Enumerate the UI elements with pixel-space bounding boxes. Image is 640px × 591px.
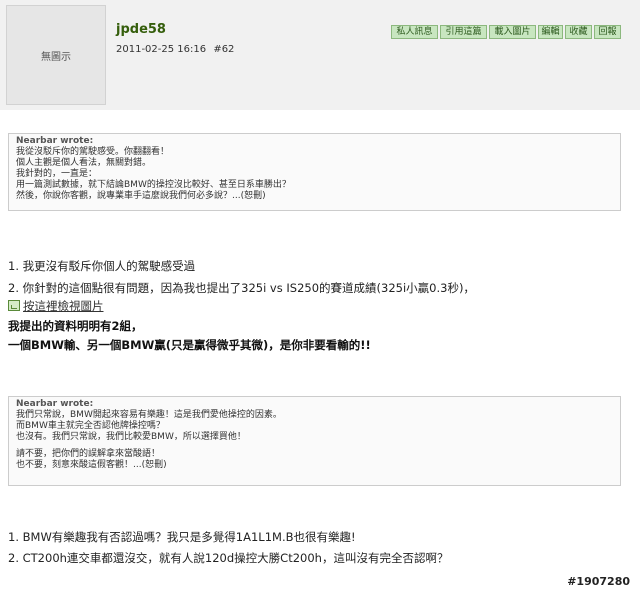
quote-line: 而BMW車主就完全否認他牌操控嗎？ xyxy=(16,421,165,431)
avatar[interactable]: 無圖示 xyxy=(6,5,106,105)
report-button[interactable]: 回報 xyxy=(594,25,621,39)
load-images-button[interactable]: 載入圖片 xyxy=(489,25,536,39)
quote-post-button[interactable]: 引用這篇 xyxy=(440,25,487,39)
username-link[interactable]: jpde58 xyxy=(116,22,166,37)
quote-line: 我從沒駁斥你的駕駛感受。你翻翻看！ xyxy=(16,147,170,157)
quote-line: 我們只常說，BMW開起來容易有樂趣！這是我們愛他操控的因素。 xyxy=(16,410,282,420)
quote-line: 然後，你說你客觀，說專業車手這麼說我們何必多說？...(恕刪) xyxy=(16,191,266,201)
quote-line: 也沒有。我們只常說，我們比較愛BMW，所以選擇買他！ xyxy=(16,432,246,442)
quote-block-1: Nearbar wrote: 我從沒駁斥你的駕駛感受。你翻翻看！ 個人主觀是個人… xyxy=(8,133,621,211)
private-message-button[interactable]: 私人訊息 xyxy=(391,25,438,39)
reply-line: 1. 我更沒有駁斥你個人的駕駛感受過 xyxy=(8,259,196,273)
quote-line: 用一篇測試數據，就下結論BMW的操控沒比較好、甚至日系車勝出？ xyxy=(16,180,291,190)
quote-line: 請不要，把你們的誤解拿來當酸語！ xyxy=(16,449,161,459)
reply-line: 2. 你針對的這個點很有問題，因為我也提出了325i vs IS250的賽道成績… xyxy=(8,281,475,295)
post-datetime: 2011-02-25 16:16 xyxy=(116,44,207,55)
favorite-button[interactable]: 收藏 xyxy=(565,25,592,39)
view-image-link[interactable]: 按這裡檢視圖片 xyxy=(8,298,104,313)
reply-line: 1. BMW有樂趣我有否認過嗎？我只是多覺得1A1L1M.B也很有樂趣! xyxy=(8,530,356,544)
quote-author: Nearbar wrote: xyxy=(16,399,94,409)
quote-line: 個人主觀是個人看法，無關對錯。 xyxy=(16,158,152,168)
quote-line: 我針對的，一直是： xyxy=(16,169,98,179)
post-number[interactable]: #62 xyxy=(213,44,234,55)
post-id: #1907280 xyxy=(567,575,630,588)
quote-line: 也不要，刻意來酸這假客觀！...(恕刪) xyxy=(16,460,167,470)
reply-line: 2. CT200h連交車都還沒交，就有人說120d操控大勝Ct200h，這叫沒有… xyxy=(8,551,449,565)
edit-button[interactable]: 編輯 xyxy=(538,25,563,39)
post-meta: 2011-02-25 16:16 #62 xyxy=(116,44,234,55)
image-icon xyxy=(8,300,20,311)
quote-author: Nearbar wrote: xyxy=(16,136,94,146)
reply-bold-line: 我提出的資料明明有2組， xyxy=(8,319,143,333)
view-image-label: 按這裡檢視圖片 xyxy=(23,298,104,313)
avatar-placeholder-text: 無圖示 xyxy=(41,51,71,63)
reply-bold-line: 一個BMW輸、另一個BMW贏(只是贏得微乎其微)，是你非要看輸的!! xyxy=(8,338,371,352)
quote-block-2: Nearbar wrote: 我們只常說，BMW開起來容易有樂趣！這是我們愛他操… xyxy=(8,396,621,486)
